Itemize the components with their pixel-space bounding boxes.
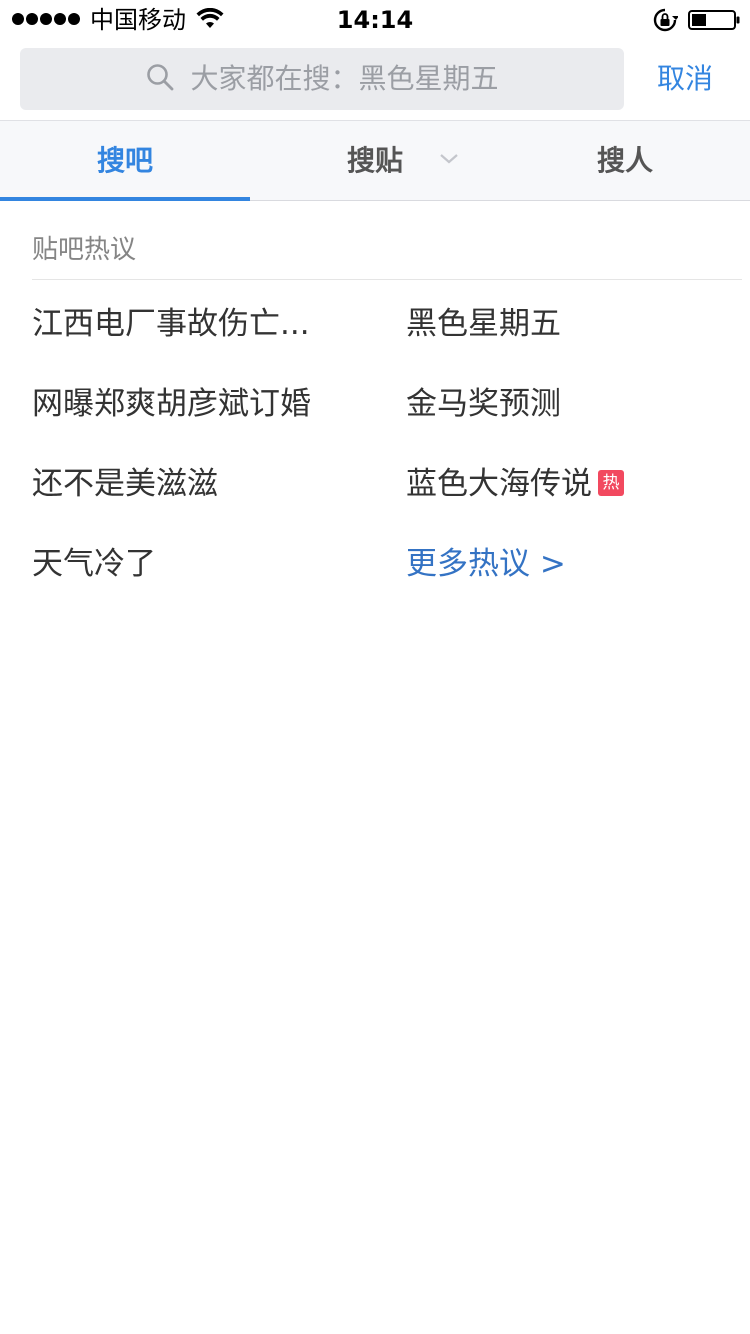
tab-search-posts[interactable]: 搜贴: [250, 121, 500, 200]
hot-topic-item[interactable]: 江西电厂事故伤亡...: [32, 302, 310, 346]
more-hot-topics-link[interactable]: 更多热议 >: [406, 542, 566, 586]
hot-topic-label: 还不是美滋滋: [32, 466, 218, 502]
hot-topic-item[interactable]: 还不是美滋滋: [32, 462, 218, 506]
hot-topic-label: 天气冷了: [32, 546, 156, 582]
hot-topic-item[interactable]: 黑色星期五: [406, 302, 561, 346]
status-bar: 中国移动 14:14: [0, 0, 750, 40]
search-tabs: 搜吧 搜贴 搜人: [0, 120, 750, 201]
tab-search-bars[interactable]: 搜吧: [0, 121, 250, 200]
search-input-content: 大家都在搜：黑色星期五: [20, 48, 624, 110]
battery-icon: [688, 10, 740, 30]
search-header: 大家都在搜：黑色星期五 取消: [0, 40, 750, 120]
rotation-lock-icon: [653, 8, 678, 32]
search-input[interactable]: 大家都在搜：黑色星期五: [20, 48, 624, 110]
cancel-button[interactable]: 取消: [640, 48, 730, 110]
hot-topic-label: 网曝郑爽胡彦斌订婚: [32, 386, 311, 422]
hot-topics-title: 贴吧热议: [32, 235, 137, 265]
hot-topic-item[interactable]: 网曝郑爽胡彦斌订婚: [32, 382, 311, 426]
search-placeholder: 大家都在搜：黑色星期五: [190, 62, 499, 95]
clock: 14:14: [336, 6, 414, 34]
hot-topic-label: 蓝色大海传说: [406, 466, 592, 502]
hot-topic-label: 黑色星期五: [406, 306, 561, 342]
search-icon: [147, 64, 174, 91]
divider: [32, 279, 742, 280]
chevron-down-icon[interactable]: [438, 151, 460, 167]
tab-search-people[interactable]: 搜人: [500, 121, 750, 200]
hot-topic-label: 江西电厂事故伤亡...: [32, 306, 310, 342]
hot-badge: 热: [598, 470, 624, 496]
hot-topic-label: 金马奖预测: [406, 386, 561, 422]
active-tab-indicator: [0, 197, 250, 201]
hot-topic-item[interactable]: 金马奖预测: [406, 382, 561, 426]
hot-topic-item[interactable]: 蓝色大海传说热: [406, 462, 624, 506]
hot-topic-item[interactable]: 天气冷了: [32, 542, 156, 586]
